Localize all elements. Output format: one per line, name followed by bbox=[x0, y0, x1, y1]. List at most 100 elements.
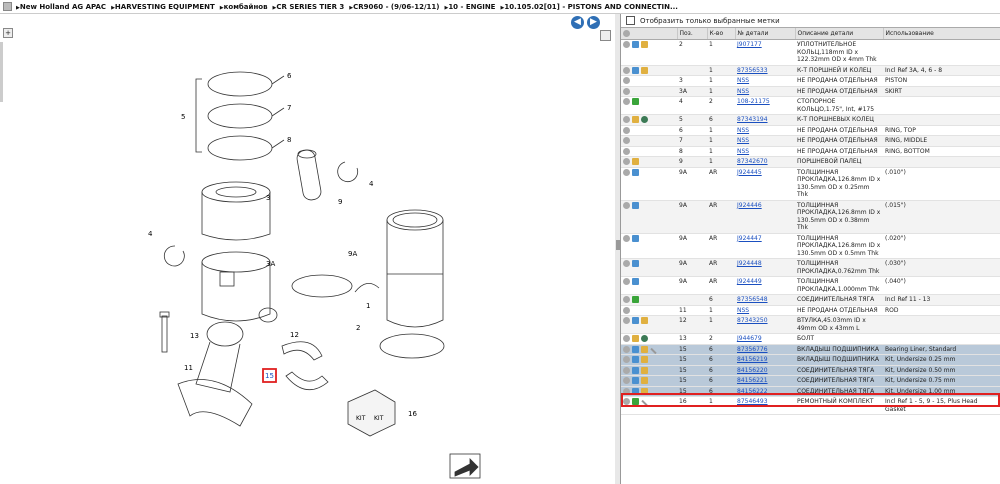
redirect-arrow-icon[interactable] bbox=[632, 377, 639, 384]
status-dot-icon[interactable] bbox=[623, 87, 630, 95]
status-dot-icon[interactable] bbox=[623, 201, 630, 209]
package-icon[interactable] bbox=[641, 345, 648, 353]
redirect-arrow-icon[interactable] bbox=[632, 356, 639, 363]
column-header[interactable]: Поз. bbox=[677, 28, 708, 40]
status-dot-icon[interactable] bbox=[623, 398, 630, 405]
redirect-arrow-icon[interactable] bbox=[632, 345, 639, 353]
table-row[interactable]: 16 1 87546493 РЕМОНТНЫЙ КОМПЛЕКТ Incl Ref 1 … bbox=[621, 396, 1000, 415]
column-header[interactable]: № детали bbox=[735, 28, 796, 40]
breadcrumb-item[interactable]: CR9060 - (9/06-12/11) bbox=[349, 3, 439, 11]
breadcrumb-item[interactable]: 10.105.02[01] - PISTONS AND CONNECTIN... bbox=[500, 3, 678, 11]
status-dot-icon[interactable] bbox=[623, 366, 630, 374]
status-dot-icon[interactable] bbox=[623, 317, 630, 324]
package-icon[interactable] bbox=[632, 335, 639, 342]
home-icon[interactable] bbox=[3, 2, 12, 11]
package-icon[interactable] bbox=[632, 158, 639, 165]
part-number-link[interactable]: 87546493 bbox=[737, 398, 768, 405]
part-number-link[interactable]: 87356776 bbox=[737, 346, 768, 353]
table-row[interactable]: 15 6 84156219 ВКЛАДЫШ ПОДШИПНИКА Kit, Unders… bbox=[621, 354, 1000, 366]
settings-icon[interactable] bbox=[623, 30, 630, 37]
redirect-arrow-icon[interactable] bbox=[632, 66, 639, 74]
redirect-arrow-icon[interactable] bbox=[632, 168, 639, 176]
status-dot-icon[interactable] bbox=[623, 147, 630, 155]
part-number-link[interactable]: 84156221 bbox=[737, 377, 768, 384]
table-row[interactable]: 11 1 NSS НЕ ПРОДАНА ОТДЕЛЬНАЯ ROD bbox=[621, 305, 1000, 316]
part-number-link[interactable]: 87356548 bbox=[737, 296, 768, 303]
status-dot-icon[interactable] bbox=[623, 296, 630, 303]
status-dot-icon[interactable] bbox=[623, 98, 630, 105]
part-number-link[interactable]: NSS bbox=[737, 137, 749, 144]
package-icon[interactable] bbox=[641, 317, 648, 324]
status-dot-icon[interactable] bbox=[623, 126, 630, 134]
part-number-link[interactable]: J924445 bbox=[737, 169, 762, 176]
package-icon[interactable] bbox=[641, 387, 648, 395]
part-number-link[interactable]: 87343250 bbox=[737, 317, 768, 324]
status-dot-icon[interactable] bbox=[623, 278, 630, 285]
part-number-link[interactable]: 84156220 bbox=[737, 367, 768, 374]
collapse-arrow-icon[interactable] bbox=[616, 240, 620, 250]
column-header[interactable]: Описание детали bbox=[795, 28, 884, 40]
status-dot-icon[interactable] bbox=[623, 168, 630, 176]
part-number-link[interactable]: J944679 bbox=[737, 335, 762, 342]
status-dot-icon[interactable] bbox=[623, 345, 630, 353]
status-dot-icon[interactable] bbox=[623, 377, 630, 384]
status-dot-icon[interactable] bbox=[623, 77, 630, 84]
part-number-link[interactable]: NSS bbox=[737, 88, 749, 95]
part-number-link[interactable]: 87342670 bbox=[737, 158, 768, 165]
status-dot-icon[interactable] bbox=[623, 116, 630, 123]
status-dot-icon[interactable] bbox=[623, 137, 630, 144]
package-icon[interactable] bbox=[641, 356, 648, 363]
part-number-link[interactable]: J924447 bbox=[737, 235, 762, 242]
table-row[interactable]: 9 1 87342670 ПОРШНЕВОЙ ПАЛЕЦ bbox=[621, 156, 1000, 168]
package-icon[interactable] bbox=[632, 116, 639, 123]
status-dot-icon[interactable] bbox=[623, 158, 630, 165]
breadcrumb-item[interactable]: комбайнов bbox=[220, 3, 268, 11]
tool-icon[interactable] bbox=[641, 399, 648, 407]
part-number-link[interactable]: NSS bbox=[737, 307, 749, 314]
breadcrumb-item[interactable]: 10 - ENGINE bbox=[444, 3, 495, 11]
table-row[interactable]: 13 2 J944679 БОЛТ bbox=[621, 333, 1000, 345]
breadcrumb-item[interactable]: CR SERIES TIER 3 bbox=[273, 3, 345, 11]
kit-arrow-icon[interactable] bbox=[632, 398, 639, 405]
status-dot-icon[interactable] bbox=[623, 387, 630, 395]
table-row[interactable]: 9A AR J924445 ТОЛЩИННАЯ ПРОКЛАДКА,126.8mm I… bbox=[621, 167, 1000, 201]
table-row[interactable]: 12 1 87343250 ВТУЛКА,45.03mm ID x 49mm OD x… bbox=[621, 315, 1000, 334]
package-icon[interactable] bbox=[641, 41, 648, 48]
package-icon[interactable] bbox=[641, 66, 648, 74]
tool-icon[interactable] bbox=[650, 347, 657, 354]
kit-arrow-icon[interactable] bbox=[632, 98, 639, 105]
part-number-link[interactable]: 84156222 bbox=[737, 388, 768, 395]
table-row[interactable]: 7 1 NSS НЕ ПРОДАНА ОТДЕЛЬНАЯ RING, MIDDLE bbox=[621, 135, 1000, 147]
kit-arrow-icon[interactable] bbox=[632, 296, 639, 303]
table-row[interactable]: 15 6 84156221 СОЕДИНИТЕЛЬНАЯ ТЯГА Kit, Under… bbox=[621, 375, 1000, 387]
table-row[interactable]: 1 87356533 К-Т ПОРШНЕЙ И КОЛЕЦ Incl Ref 3A,… bbox=[621, 65, 1000, 76]
table-row[interactable]: 4 2 108-21175 СТОПОРНОЕ КОЛЬЦО,1.75", Int, … bbox=[621, 96, 1000, 115]
status-dot-icon[interactable] bbox=[623, 356, 630, 363]
part-number-link[interactable]: 87343194 bbox=[737, 116, 768, 123]
table-row[interactable]: 9A AR J924449 ТОЛЩИННАЯ ПРОКЛАДКА,1.000mm T… bbox=[621, 276, 1000, 295]
part-number-link[interactable]: J924448 bbox=[737, 260, 762, 267]
redirect-arrow-icon[interactable] bbox=[632, 234, 639, 242]
redirect-arrow-icon[interactable] bbox=[632, 387, 639, 395]
status-dot-icon[interactable] bbox=[623, 234, 630, 242]
table-row[interactable]: 3A 1 NSS НЕ ПРОДАНА ОТДЕЛЬНАЯ SKIRT bbox=[621, 86, 1000, 97]
breadcrumb-item[interactable]: New Holland AG APAC bbox=[16, 3, 106, 11]
table-row[interactable]: 9A AR J924447 ТОЛЩИННАЯ ПРОКЛАДКА,126.8mm I… bbox=[621, 233, 1000, 259]
status-dot-icon[interactable] bbox=[623, 335, 630, 342]
status-dot-icon[interactable] bbox=[623, 41, 630, 48]
redirect-arrow-icon[interactable] bbox=[632, 41, 639, 48]
table-row[interactable]: 15 6 87356776 ВКЛАДЫШ ПОДШИПНИКА Bearing Lin… bbox=[621, 344, 1000, 355]
table-row[interactable]: 9A AR J924446 ТОЛЩИННАЯ ПРОКЛАДКА,126.8mm I… bbox=[621, 200, 1000, 234]
table-row[interactable]: 6 1 NSS НЕ ПРОДАНА ОТДЕЛЬНАЯ RING, TOP bbox=[621, 125, 1000, 136]
table-row[interactable]: 6 87356548 СОЕДИНИТЕЛЬНАЯ ТЯГА Incl Ref 11 … bbox=[621, 294, 1000, 306]
table-row[interactable]: 15 6 84156220 СОЕДИНИТЕЛЬНАЯ ТЯГА Kit, Under… bbox=[621, 365, 1000, 376]
part-number-link[interactable]: 84156219 bbox=[737, 356, 768, 363]
package-icon[interactable] bbox=[641, 366, 648, 374]
part-number-link[interactable]: NSS bbox=[737, 148, 749, 155]
redirect-arrow-icon[interactable] bbox=[632, 201, 639, 209]
table-row[interactable]: 15 6 84156222 СОЕДИНИТЕЛЬНАЯ ТЯГА Kit, Under… bbox=[621, 386, 1000, 397]
globe-icon[interactable] bbox=[641, 335, 648, 342]
part-number-link[interactable]: NSS bbox=[737, 77, 749, 84]
table-row[interactable]: 3 1 NSS НЕ ПРОДАНА ОТДЕЛЬНАЯ PISTON bbox=[621, 75, 1000, 87]
status-dot-icon[interactable] bbox=[623, 260, 630, 267]
